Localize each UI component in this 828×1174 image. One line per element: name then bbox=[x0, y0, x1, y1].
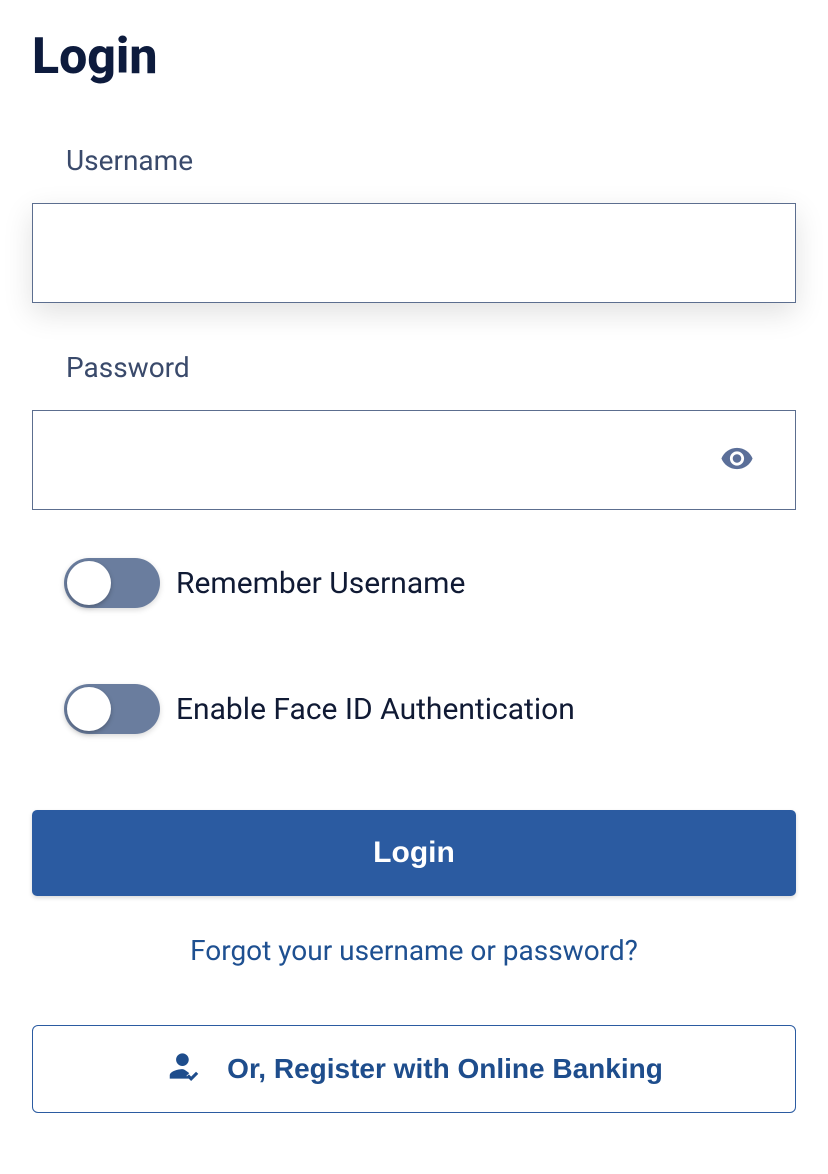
forgot-link[interactable]: Forgot your username or password? bbox=[32, 934, 796, 967]
username-input[interactable] bbox=[32, 203, 796, 303]
toggle-knob bbox=[67, 561, 111, 605]
remember-username-label: Remember Username bbox=[176, 566, 465, 601]
faceid-toggle[interactable] bbox=[64, 684, 160, 734]
username-label: Username bbox=[32, 144, 796, 177]
register-button[interactable]: Or, Register with Online Banking bbox=[32, 1025, 796, 1113]
password-label: Password bbox=[32, 351, 796, 384]
remember-username-row: Remember Username bbox=[32, 558, 796, 608]
toggle-password-visibility-button[interactable] bbox=[710, 432, 764, 489]
toggle-knob bbox=[67, 687, 111, 731]
login-screen: Login Username Password Remember Usernam… bbox=[0, 0, 828, 1113]
remember-username-toggle[interactable] bbox=[64, 558, 160, 608]
eye-icon bbox=[720, 442, 754, 479]
login-button[interactable]: Login bbox=[32, 810, 796, 896]
password-input[interactable] bbox=[32, 410, 796, 510]
register-button-label: Or, Register with Online Banking bbox=[227, 1053, 663, 1085]
page-title: Login bbox=[32, 28, 796, 86]
username-group: Username bbox=[32, 144, 796, 303]
faceid-row: Enable Face ID Authentication bbox=[32, 684, 796, 734]
user-check-icon bbox=[165, 1047, 203, 1092]
password-group: Password bbox=[32, 351, 796, 510]
faceid-label: Enable Face ID Authentication bbox=[176, 692, 575, 727]
